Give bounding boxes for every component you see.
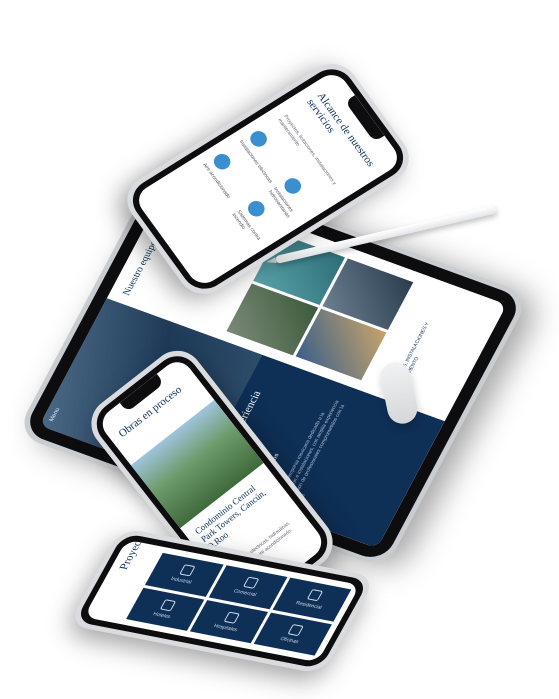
- tile-label: Oficinas: [278, 635, 300, 645]
- service-icon: [244, 197, 268, 220]
- building-icon: [287, 623, 304, 636]
- service-icon: [247, 128, 271, 150]
- service-icon: [281, 175, 305, 197]
- building-icon: [306, 589, 323, 602]
- device-mockup-stage: Menu Calidad y Experiencia Quienes Somos…: [0, 0, 559, 699]
- phone-bottom-title: Proyectos: [117, 539, 152, 571]
- tile-label: Hospitales: [212, 622, 239, 633]
- service-label: Sistemas contra incendio: [230, 209, 262, 242]
- building-icon: [178, 564, 195, 577]
- tile-label: Comercial: [232, 588, 258, 599]
- tablet-section-title: Nuestro equipo: [120, 239, 161, 298]
- tile-label: Hoteles: [151, 611, 172, 620]
- tile-label: Industrial: [169, 576, 193, 586]
- tile-label: Residencial: [294, 600, 323, 612]
- building-icon: [159, 598, 176, 612]
- building-icon: [242, 576, 259, 589]
- service-icon: [210, 150, 234, 173]
- phone-bottom-tiles: Industrial Comercial Residencial Hoteles…: [126, 552, 352, 656]
- building-icon: [223, 611, 240, 624]
